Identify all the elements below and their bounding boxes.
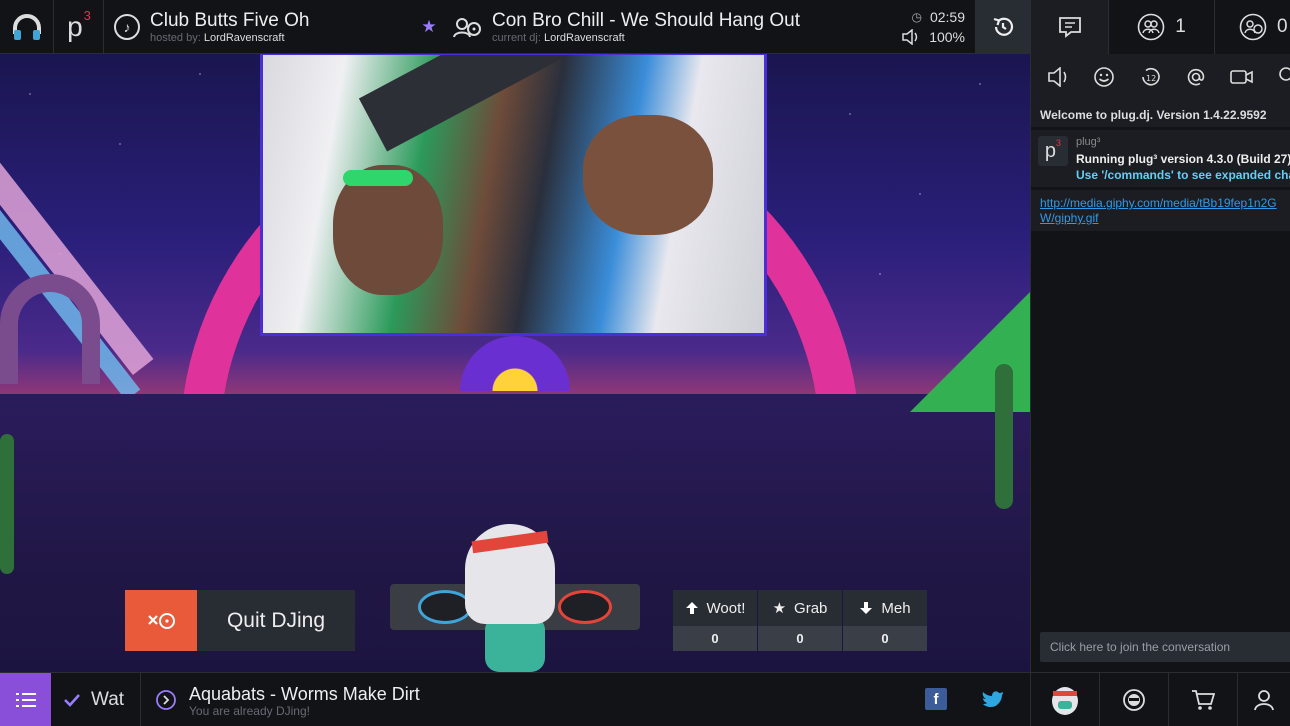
video-player[interactable] (260, 54, 767, 336)
emoji-icon[interactable] (1093, 66, 1115, 88)
volume-icon (902, 29, 918, 45)
lightbulb-icon[interactable] (1277, 66, 1290, 88)
grab-count: 0 (758, 626, 842, 651)
chat-icon (1058, 17, 1081, 38)
active-playlist[interactable]: Wat (51, 673, 141, 726)
dj-booth (390, 524, 640, 672)
chat-author: plug³ (1076, 136, 1101, 148)
time-volume: ◷ 02:59 100% (895, 0, 975, 54)
tab-waitlist[interactable]: 0 (1215, 0, 1290, 54)
cactus (0, 434, 14, 574)
video-frame-wristband (343, 170, 413, 186)
dj-disc-icon (453, 18, 481, 38)
room-host: hosted by: LordRavenscraft (150, 31, 285, 44)
current-dj: current dj: LordRavenscraft (492, 31, 625, 44)
favorite-star-icon[interactable]: ★ (414, 0, 444, 54)
chat-input[interactable] (1040, 632, 1290, 662)
song-title: Con Bro Chill - We Should Hang Out (492, 9, 801, 31)
meh-button[interactable]: Meh 0 (843, 590, 927, 651)
welcome-message: Welcome to plug.dj. Version 1.4.22.9592 (1031, 100, 1290, 128)
meh-label: Meh (881, 599, 911, 617)
dj-status: You are already DJing! (189, 703, 310, 718)
headphones-icon (12, 14, 41, 40)
video-icon[interactable] (1229, 67, 1255, 87)
playlist-name: Wat (91, 689, 125, 710)
sound-icon[interactable] (1047, 67, 1071, 87)
history-button[interactable] (975, 0, 1030, 54)
tab-users[interactable]: 1 (1109, 0, 1215, 54)
twitter-icon[interactable] (982, 688, 1004, 710)
time-remaining: 02:59 (929, 9, 965, 25)
plug3-logo-sup: 3 (83, 7, 91, 23)
plug3-avatar: p3 (1038, 136, 1068, 166)
volume-level: 100% (929, 29, 965, 45)
profile-button[interactable] (1237, 673, 1290, 726)
woot-count: 0 (673, 626, 757, 651)
chat-link[interactable]: http://media.giphy.com/media/tBb19fep1n2… (1031, 190, 1290, 232)
plug3-logo-letter: p (67, 11, 83, 42)
chat-text: Running plug³ version 4.3.0 (Build 27) (1076, 152, 1290, 166)
room-name: Club Butts Five Oh (150, 9, 310, 31)
waitlist-count: 0 (1277, 16, 1288, 37)
next-song: Aquabats - Worms Make Dirt You are alrea… (155, 673, 655, 726)
chat-text: Use '/commands' to see expanded chat com… (1076, 168, 1290, 182)
playlist-menu-button[interactable] (0, 673, 51, 726)
video-frame-hand (583, 115, 713, 235)
quit-dj-icon (125, 590, 197, 651)
users-icon (1137, 13, 1165, 41)
users-count: 1 (1175, 16, 1186, 37)
music-note-icon: ♪ (114, 14, 140, 40)
woot-button[interactable]: Woot! 0 (673, 590, 757, 651)
avatar-icon (1052, 687, 1078, 715)
plugdj-logo-button[interactable] (0, 0, 54, 54)
volume-control[interactable]: 100% (901, 29, 965, 45)
cart-icon (1192, 690, 1215, 710)
svg-text:12: 12 (1146, 74, 1156, 83)
quit-dj-label: Quit DJing (226, 608, 326, 632)
grab-button[interactable]: ★ Grab 0 (758, 590, 842, 651)
cactus (995, 364, 1013, 509)
facebook-icon[interactable]: f (925, 688, 947, 710)
plug3-menu-button[interactable]: p3 (54, 0, 104, 54)
rock-arch (0, 274, 100, 384)
clock-icon: ◷ (911, 10, 922, 24)
badge-icon (1123, 689, 1145, 711)
tab-chat[interactable] (1031, 0, 1109, 54)
side-panel: 1 0 12 Welcome to plug.dj. Version 1.4.2… (1030, 0, 1290, 672)
chevron-right-circle-icon (156, 690, 176, 710)
mention-icon[interactable] (1185, 66, 1207, 88)
timestamp-icon[interactable]: 12 (1137, 66, 1163, 88)
vote-panel: Woot! 0 ★ Grab 0 Meh 0 (673, 590, 927, 651)
user-icon (1254, 690, 1274, 711)
now-playing: Con Bro Chill - We Should Hang Out curre… (452, 0, 892, 54)
thumbs-up-arrow-icon (685, 602, 698, 614)
dj-avatar-body (485, 616, 545, 672)
history-icon (993, 17, 1013, 36)
next-song-title: Aquabats - Worms Make Dirt (189, 683, 420, 704)
shop-button[interactable] (1168, 673, 1237, 726)
top-bar: p3 ♪ Club Butts Five Oh hosted by: LordR… (0, 0, 1030, 54)
waitlist-icon (1239, 13, 1267, 41)
chat-message: p3 plug³ Running plug³ version 4.3.0 (Bu… (1031, 130, 1290, 188)
room-info[interactable]: ♪ Club Butts Five Oh hosted by: LordRave… (104, 0, 444, 54)
stage: Quit DJing Woot! 0 ★ Grab 0 Meh 0 (0, 54, 1030, 672)
user-avatar-button[interactable] (1030, 673, 1099, 726)
meh-count: 0 (843, 626, 927, 651)
chat-toolbar: 12 (1031, 54, 1290, 100)
quit-dj-button[interactable]: Quit DJing (125, 590, 355, 651)
bottom-bar: Wat Aquabats - Worms Make Dirt You are a… (0, 672, 1290, 726)
badge-button[interactable] (1099, 673, 1168, 726)
star-icon: ★ (772, 600, 787, 617)
list-icon (15, 693, 36, 707)
checkmark-icon (64, 694, 80, 707)
grab-label: Grab (794, 599, 828, 617)
arrow-down-icon (860, 602, 873, 614)
woot-label: Woot! (706, 599, 746, 617)
panel-tabs: 1 0 (1031, 0, 1290, 54)
